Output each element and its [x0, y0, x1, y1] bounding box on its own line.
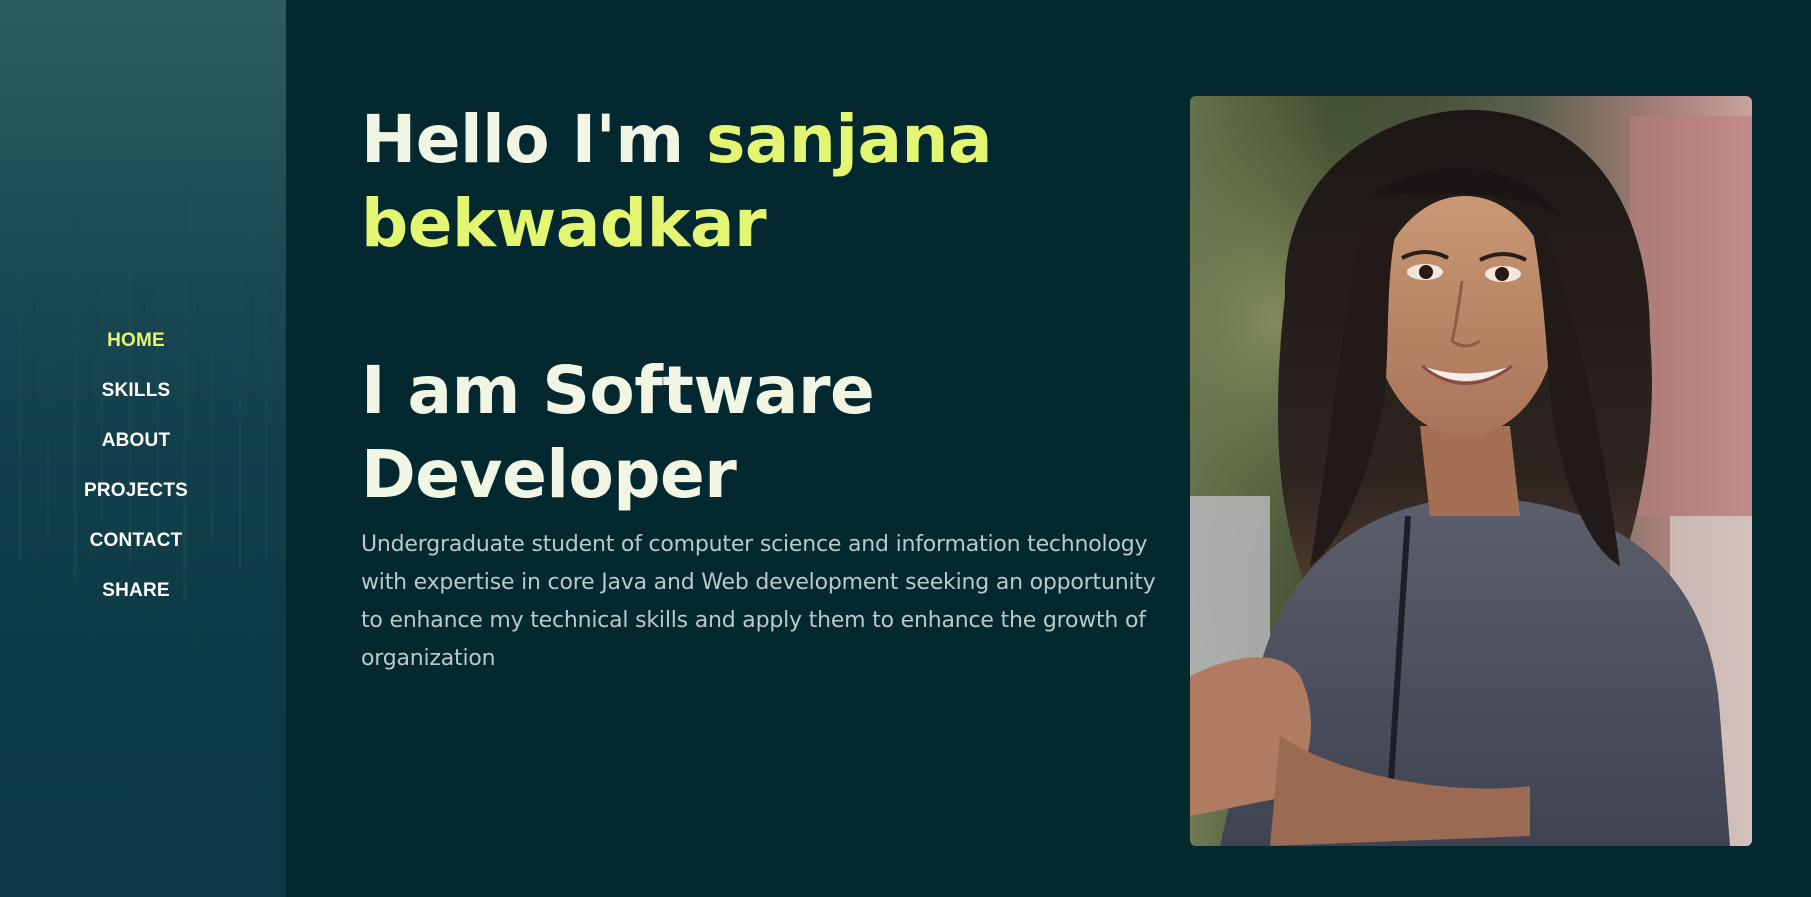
nav-item-projects[interactable]: PROJECTS — [0, 472, 272, 522]
portrait-image — [1190, 96, 1752, 846]
profile-photo — [1190, 96, 1752, 846]
nav-item-home[interactable]: HOME — [0, 322, 272, 372]
hero-description: Undergraduate student of computer scienc… — [361, 532, 1156, 671]
nav-item-about[interactable]: ABOUT — [0, 422, 272, 472]
sidebar: HOME SKILLS ABOUT PROJECTS CONTACT SHARE — [0, 0, 286, 897]
nav-item-contact[interactable]: CONTACT — [0, 522, 272, 572]
main-nav: HOME SKILLS ABOUT PROJECTS CONTACT SHARE — [0, 322, 272, 622]
hero-role: I am Software Developer — [361, 352, 875, 513]
greeting-text: Hello I'm — [361, 101, 707, 178]
nav-item-skills[interactable]: SKILLS — [0, 372, 272, 422]
hero-greeting: Hello I'm sanjana bekwadkar — [361, 98, 1161, 266]
nav-item-share[interactable]: SHARE — [0, 572, 272, 622]
